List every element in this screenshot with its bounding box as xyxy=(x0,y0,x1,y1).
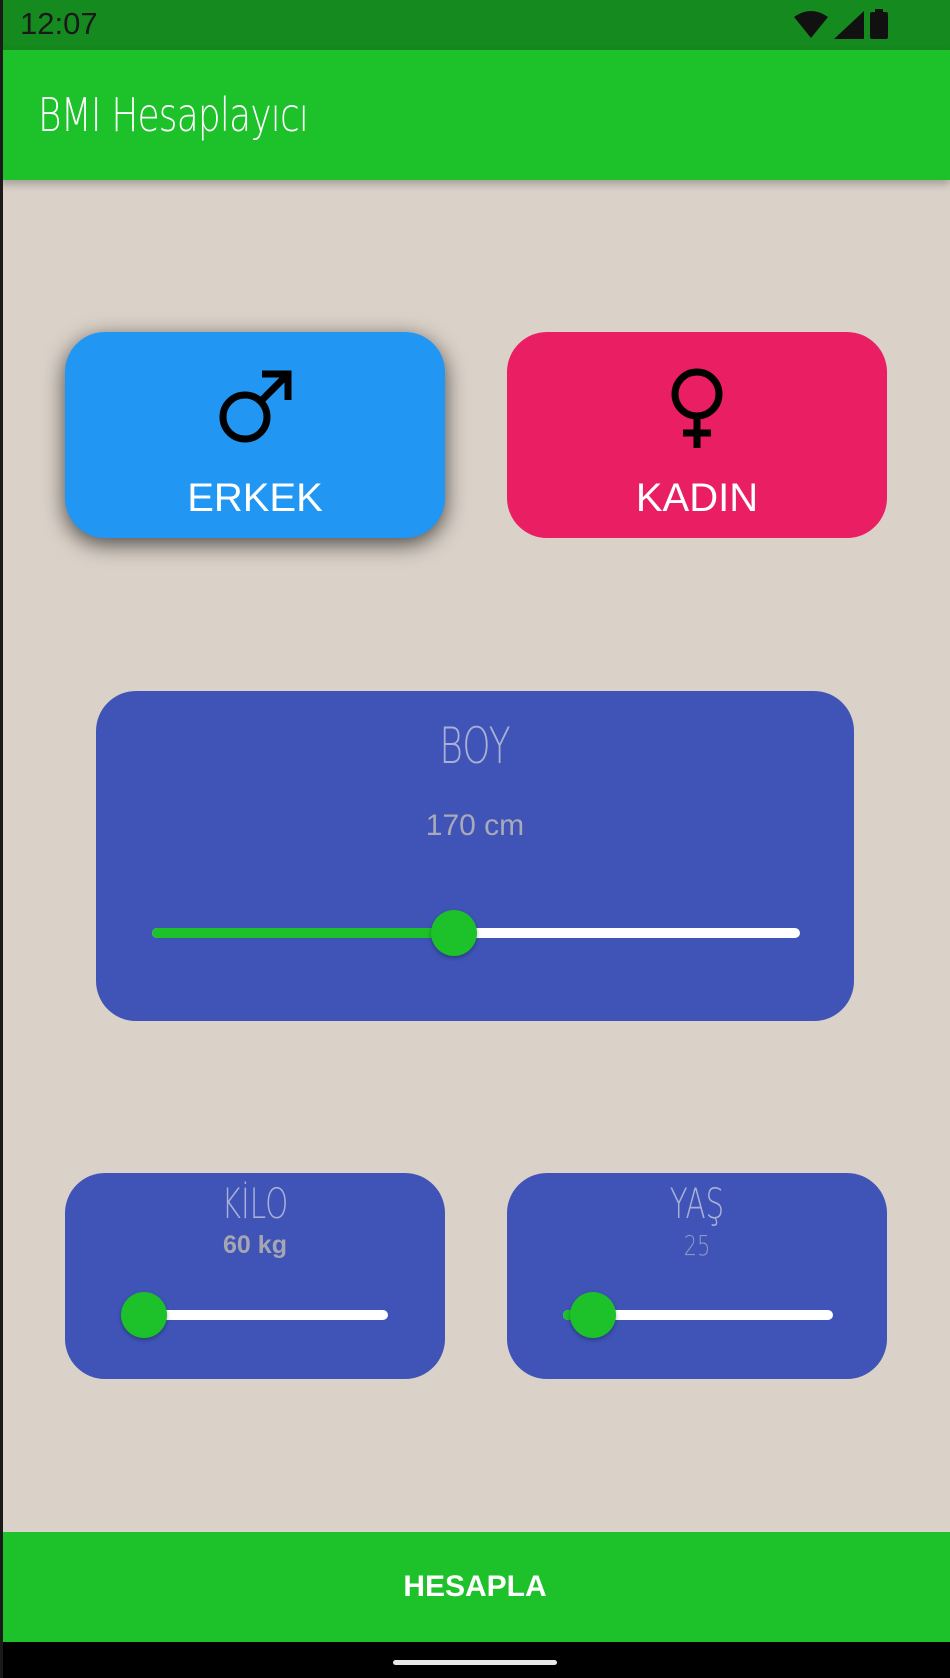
signal-icon xyxy=(834,11,864,39)
age-slider[interactable] xyxy=(563,1292,833,1338)
age-card: YAŞ 25 xyxy=(507,1173,887,1379)
calculate-button-label: HESAPLA xyxy=(403,1570,547,1603)
weight-card: KİLO 60 kg xyxy=(65,1173,445,1379)
height-slider-thumb[interactable] xyxy=(431,910,477,956)
navigation-bar xyxy=(0,1642,950,1678)
gender-female-label: KADIN xyxy=(635,476,759,520)
calculate-button[interactable]: HESAPLA xyxy=(0,1532,950,1642)
status-icons xyxy=(794,9,888,39)
height-value: 170 cm xyxy=(425,809,525,842)
gender-male-label: ERKEK xyxy=(187,476,323,520)
male-symbol-icon xyxy=(219,370,292,443)
app-title: BMI Hesaplayıcı xyxy=(38,88,309,142)
height-slider[interactable] xyxy=(152,910,800,956)
frame-edge xyxy=(0,0,3,1678)
female-symbol-icon xyxy=(671,368,723,448)
age-title: YAŞ xyxy=(669,1179,725,1228)
height-slider-fill xyxy=(152,928,454,938)
age-slider-thumb[interactable] xyxy=(570,1292,616,1338)
weight-slider[interactable] xyxy=(121,1292,388,1338)
weight-value: 60 kg xyxy=(223,1231,287,1259)
status-bar: 12:07 xyxy=(0,0,950,50)
home-gesture-handle[interactable] xyxy=(393,1660,557,1665)
gender-male-card[interactable]: ERKEK xyxy=(65,332,445,538)
wifi-icon xyxy=(794,11,828,38)
age-value: 25 xyxy=(683,1229,711,1262)
app-bar: BMI Hesaplayıcı xyxy=(0,50,950,180)
height-card: BOY 170 cm xyxy=(96,691,854,1021)
height-title: BOY xyxy=(439,717,511,775)
gender-female-card[interactable]: KADIN xyxy=(507,332,887,538)
weight-title: KİLO xyxy=(221,1179,289,1228)
battery-icon xyxy=(870,9,888,39)
weight-slider-thumb[interactable] xyxy=(121,1292,167,1338)
app-screen: 12:07 BMI Hesaplayıcı ERKEK KADIN BOY 17… xyxy=(0,0,950,1678)
status-time: 12:07 xyxy=(20,6,98,41)
